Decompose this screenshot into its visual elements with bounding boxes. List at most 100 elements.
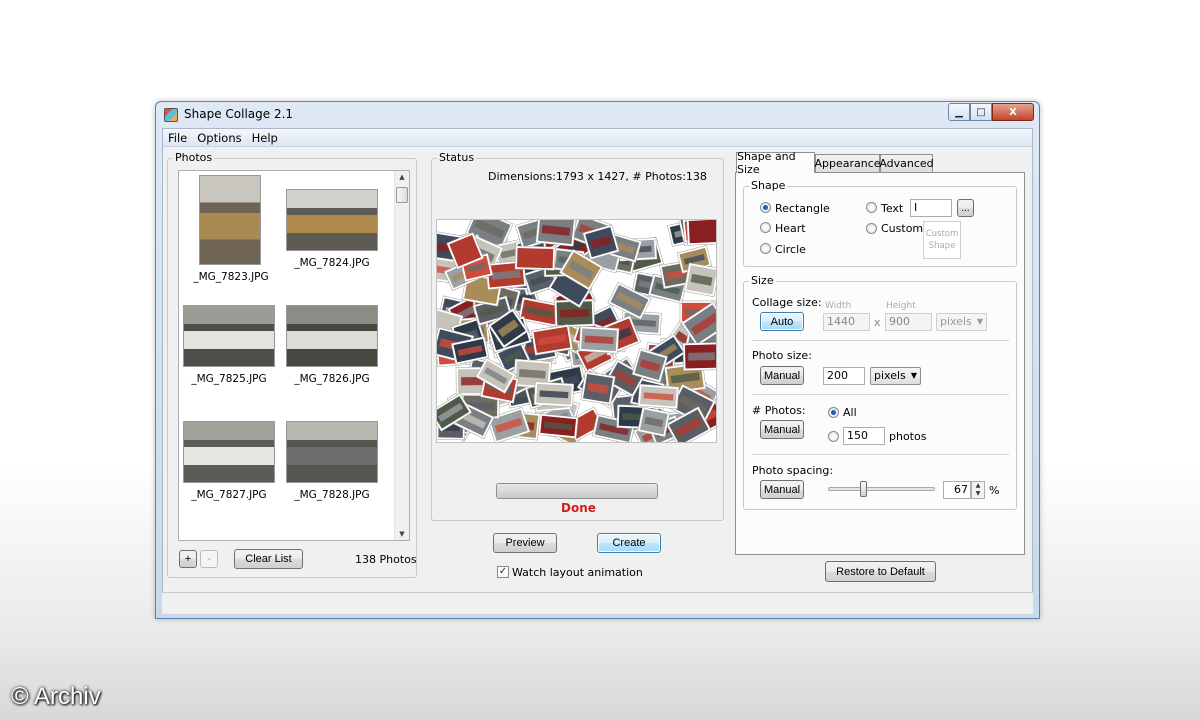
collage-unit-select[interactable]: pixels ▼ xyxy=(936,313,987,331)
collage-image xyxy=(437,220,716,442)
collage-width-input[interactable]: 1440 xyxy=(823,313,870,331)
minimize-icon: ▁ xyxy=(955,106,963,118)
remove-photo-button[interactable]: - xyxy=(200,550,218,568)
photos-count-manual-button[interactable]: Manual xyxy=(760,420,804,439)
collage-size-auto-button[interactable]: Auto xyxy=(760,312,804,331)
maximize-button[interactable]: □ xyxy=(970,103,992,121)
menu-bar: File Options Help xyxy=(163,129,1032,147)
scroll-up-icon[interactable]: ▲ xyxy=(395,171,409,183)
photo-size-manual-button[interactable]: Manual xyxy=(760,366,804,385)
custom-shape-button[interactable]: Custom Shape xyxy=(923,221,961,259)
checkmark-icon: ✓ xyxy=(498,566,508,577)
collage-tile xyxy=(514,245,556,271)
menu-file[interactable]: File xyxy=(163,131,192,145)
photo-thumbnail[interactable] xyxy=(183,305,275,367)
collage-tile xyxy=(682,342,716,371)
scroll-thumb[interactable] xyxy=(396,187,408,203)
photo-spacing-manual-button[interactable]: Manual xyxy=(760,480,804,499)
tab-shape-and-size[interactable]: Shape and Size xyxy=(736,150,815,176)
photos-number-radio[interactable] xyxy=(828,431,839,442)
width-label: Width xyxy=(825,301,852,311)
shape-rectangle-radio[interactable] xyxy=(760,202,771,213)
collage-tile xyxy=(686,220,716,246)
photo-spacing-spinner[interactable]: ▲ ▼ xyxy=(971,481,985,499)
shape-custom-radio[interactable] xyxy=(866,223,877,234)
scroll-down-icon[interactable]: ▼ xyxy=(395,528,409,540)
collage-tile xyxy=(535,220,577,247)
progress-bar xyxy=(496,483,658,499)
maximize-icon: □ xyxy=(976,106,986,118)
photo-filename: _MG_7828.JPG xyxy=(294,489,370,501)
photo-size-input[interactable]: 200 xyxy=(823,367,865,385)
photo-size-unit-value: pixels xyxy=(874,369,906,382)
photos-all-label: All xyxy=(843,406,857,419)
shape-text-input[interactable]: I xyxy=(910,199,952,217)
spin-down-icon[interactable]: ▼ xyxy=(972,490,984,498)
status-bar xyxy=(162,592,1033,614)
shape-text-radio[interactable] xyxy=(866,202,877,213)
collage-tile xyxy=(637,383,680,410)
tab-appearance[interactable]: Appearance xyxy=(814,154,881,172)
menu-options[interactable]: Options xyxy=(192,131,246,145)
collage-preview xyxy=(436,219,717,443)
clear-list-button[interactable]: Clear List xyxy=(234,549,303,569)
shape-heart-radio[interactable] xyxy=(760,222,771,233)
photos-group-label: Photos xyxy=(173,151,215,164)
collage-unit-value: pixels xyxy=(940,315,972,328)
photo-spacing-label: Photo spacing: xyxy=(752,464,834,477)
shape-group-label: Shape xyxy=(749,179,788,192)
title-bar[interactable]: Shape Collage 2.1 ▁ □ X xyxy=(156,102,1039,128)
collage-tile xyxy=(578,325,620,354)
add-photos-button[interactable]: + xyxy=(179,550,197,568)
photo-list[interactable]: _MG_7823.JPG _MG_7824.JPG _MG_7825.JPG _MG_… xyxy=(178,170,410,541)
progress-fill xyxy=(497,484,657,498)
photo-filename: _MG_7826.JPG xyxy=(294,373,370,385)
create-button[interactable]: Create xyxy=(597,533,661,553)
photo-thumbnail[interactable] xyxy=(183,421,275,483)
watermark: © Archiv xyxy=(11,683,101,710)
custom-shape-line1: Custom xyxy=(925,229,959,239)
tab-advanced[interactable]: Advanced xyxy=(879,154,934,172)
close-button[interactable]: X xyxy=(992,103,1034,121)
photo-list-scrollbar[interactable]: ▲ ▼ xyxy=(394,171,409,540)
window-title: Shape Collage 2.1 xyxy=(184,107,294,121)
photo-spacing-slider-track[interactable] xyxy=(828,487,935,491)
photos-all-radio[interactable] xyxy=(828,407,839,418)
photo-size-label: Photo size: xyxy=(752,349,812,362)
shape-custom-label: Custom xyxy=(881,222,924,235)
status-group-label: Status xyxy=(437,151,477,164)
collage-tile xyxy=(537,413,579,439)
custom-shape-line2: Shape xyxy=(928,241,956,251)
preview-button[interactable]: Preview xyxy=(493,533,557,553)
size-x-label: x xyxy=(874,316,881,329)
spin-up-icon[interactable]: ▲ xyxy=(972,482,984,490)
photo-filename: _MG_7827.JPG xyxy=(191,489,267,501)
watch-animation-checkbox[interactable]: ✓ xyxy=(497,566,509,578)
divider xyxy=(752,340,1009,341)
shape-circle-radio[interactable] xyxy=(760,243,771,254)
collage-tile xyxy=(683,262,716,298)
close-icon: X xyxy=(1009,106,1017,118)
photo-spacing-slider-thumb[interactable] xyxy=(860,481,868,497)
collage-tile xyxy=(580,371,616,406)
photo-thumbnail[interactable] xyxy=(286,305,378,367)
divider xyxy=(752,454,1009,455)
restore-default-button[interactable]: Restore to Default xyxy=(825,561,936,582)
collage-height-input[interactable]: 900 xyxy=(885,313,932,331)
photo-thumbnail[interactable] xyxy=(286,421,378,483)
watch-animation-label: Watch layout animation xyxy=(512,566,643,579)
photo-filename: _MG_7823.JPG xyxy=(193,271,269,283)
menu-help[interactable]: Help xyxy=(247,131,283,145)
photo-spacing-input[interactable]: 67 xyxy=(943,481,971,499)
photo-size-unit-select[interactable]: pixels ▼ xyxy=(870,367,921,385)
photo-thumbnail[interactable] xyxy=(199,175,261,265)
font-browse-button[interactable]: ... xyxy=(957,199,974,217)
dimensions-text: Dimensions:1793 x 1427, # Photos:138 xyxy=(488,170,707,183)
minimize-button[interactable]: ▁ xyxy=(948,103,970,121)
photo-thumbnail[interactable] xyxy=(286,189,378,251)
collage-size-label: Collage size: xyxy=(752,296,822,309)
shape-circle-label: Circle xyxy=(775,243,806,256)
collage-tile xyxy=(533,381,575,408)
status-done-text: Done xyxy=(561,501,596,515)
photos-number-input[interactable]: 150 xyxy=(843,427,885,445)
